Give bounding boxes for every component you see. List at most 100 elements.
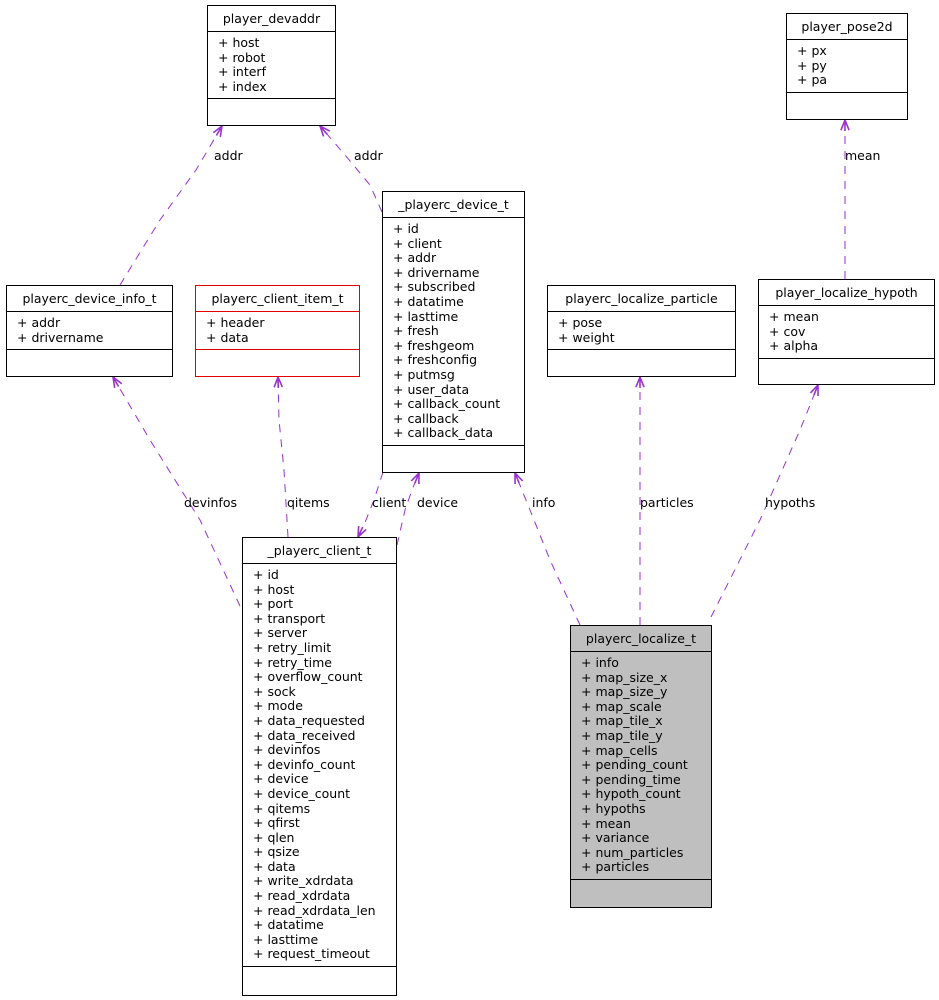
class-title: playerc_client_item_t <box>211 291 344 306</box>
class-playerc-client-item-t[interactable]: playerc_client_item_t + header + data <box>195 285 360 377</box>
class-attribute: + drivername <box>17 329 104 345</box>
class-attribute: + id <box>393 221 419 236</box>
class-attribute: + client <box>393 235 442 251</box>
class-attributes: + id + client + addr + drivername + subscrib… <box>383 217 524 445</box>
class-attribute: + qfirst <box>253 815 300 831</box>
arrowhead-icon <box>212 124 224 137</box>
class-attribute: + transport <box>253 610 326 626</box>
class-playerc-localize-t[interactable]: playerc_localize_t + info + map_size_x + m… <box>570 625 712 908</box>
class-attribute: + info <box>581 655 619 670</box>
class-attribute: + num_particles <box>581 844 684 860</box>
arrowhead-icon <box>809 382 819 397</box>
arrowhead-icon <box>318 124 331 137</box>
edge-label-addr-device: addr <box>354 148 383 163</box>
class-operations <box>7 349 172 374</box>
class-title: playerc_localize_particle <box>565 291 718 306</box>
edge-label-client: client <box>372 495 407 510</box>
class-operations <box>196 349 359 374</box>
class-operations <box>571 878 711 904</box>
class-attributes: + header + data <box>196 311 359 349</box>
class-attributes: + mean + cov + alpha <box>759 305 934 358</box>
arrowhead-icon <box>410 471 420 485</box>
class-attribute: + map_scale <box>581 698 662 714</box>
class-attribute: + callback_data <box>393 425 494 441</box>
class-attribute: + qsize <box>253 844 300 860</box>
class-attribute: + lasttime <box>393 308 459 324</box>
class-attributes: + px + py + pa <box>787 39 907 92</box>
class-operations <box>208 98 335 123</box>
class-attribute: + hypoths <box>581 800 646 816</box>
class-attribute: + read_xdrdata_len <box>253 902 376 918</box>
class-operations <box>759 357 934 383</box>
arrowhead-icon <box>273 374 284 389</box>
class-attribute: + map_tile_x <box>581 713 663 729</box>
class-attribute: + devinfos <box>253 742 321 758</box>
class-attribute: + datatime <box>393 293 464 309</box>
edge-label-device: device <box>417 495 459 510</box>
class-attribute: + data <box>206 329 249 345</box>
class-playerc-client-t[interactable]: _playerc_client_t + id + host + port + tran… <box>242 537 397 996</box>
class-attribute: + index <box>218 78 267 94</box>
class-attribute: + qitems <box>253 800 311 816</box>
class-player-localize-hypoth[interactable]: player_localize_hypoth + mean + cov + alph… <box>758 279 935 385</box>
class-player-pose2d[interactable]: player_pose2d + px + py + pa <box>786 13 908 120</box>
class-attribute: + lasttime <box>253 931 319 947</box>
class-attribute: + datatime <box>253 917 324 933</box>
class-attribute: + qlen <box>253 829 295 845</box>
class-attributes: + info + map_size_x + map_size_y + map_scal… <box>571 651 711 879</box>
class-attribute: + freshconfig <box>393 352 478 368</box>
class-title: player_devaddr <box>222 11 321 26</box>
class-attribute: + data <box>253 858 296 874</box>
class-attribute: + data_requested <box>253 712 365 728</box>
class-attribute: + callback <box>393 410 459 426</box>
class-attribute: + retry_time <box>253 654 332 670</box>
class-attribute: + subscribed <box>393 279 476 295</box>
arrowhead-icon <box>514 471 524 485</box>
class-attribute: + pa <box>797 72 828 88</box>
class-playerc-localize-particle[interactable]: playerc_localize_particle + pose + weight <box>547 285 736 377</box>
class-playerc-device-t[interactable]: _playerc_device_t + id + client + addr + dr… <box>382 191 525 473</box>
edge-label-hypoths: hypoths <box>765 495 816 510</box>
class-attribute: + particles <box>581 859 650 875</box>
class-attribute: + user_data <box>393 381 470 397</box>
class-attributes: + pose + weight <box>548 311 735 349</box>
class-attribute: + interf <box>218 64 266 80</box>
class-attributes: + addr + drivername <box>7 311 172 349</box>
arrowhead-icon <box>111 375 123 388</box>
class-attribute: + freshgeom <box>393 337 475 353</box>
class-attribute: + header <box>206 315 265 330</box>
arrowhead-icon <box>840 117 850 131</box>
class-operations <box>243 966 396 991</box>
class-attribute: + retry_limit <box>253 639 332 655</box>
class-attribute: + overflow_count <box>253 669 363 685</box>
class-attribute: + hypoth_count <box>581 786 681 802</box>
edge-label-info: info <box>532 495 556 510</box>
class-attribute: + device_count <box>253 785 351 801</box>
class-attribute: + alpha <box>769 338 819 354</box>
class-attribute: + variance <box>581 830 650 846</box>
class-attribute: + callback_count <box>393 396 501 412</box>
class-attribute: + py <box>797 57 827 73</box>
class-title: player_pose2d <box>801 19 893 34</box>
edge-qitems <box>277 376 289 538</box>
class-operations <box>548 349 735 374</box>
class-attribute: + mean <box>769 309 819 324</box>
class-attribute: + request_timeout <box>253 946 370 962</box>
arrowhead-icon <box>357 525 367 539</box>
class-attribute: + host <box>253 581 295 597</box>
class-attribute: + id <box>253 567 279 582</box>
class-player-devaddr[interactable]: player_devaddr + host + robot + interf + in… <box>207 5 336 126</box>
class-attribute: + putmsg <box>393 366 455 382</box>
edge-label-addr-device-info: addr <box>214 148 243 163</box>
class-playerc-device-info-t[interactable]: playerc_device_info_t + addr + drivername <box>6 285 173 377</box>
class-title: player_localize_hypoth <box>775 285 918 300</box>
class-attribute: + sock <box>253 683 296 699</box>
edge-devinfos <box>112 376 241 607</box>
edge-label-mean: mean <box>845 148 881 163</box>
class-title: playerc_localize_t <box>585 631 697 646</box>
class-attribute: + write_xdrdata <box>253 873 354 889</box>
class-attribute: + read_xdrdata <box>253 888 351 904</box>
arrowhead-icon <box>635 374 645 388</box>
class-attribute: + pending_count <box>581 757 688 773</box>
class-title: _playerc_client_t <box>267 543 372 558</box>
